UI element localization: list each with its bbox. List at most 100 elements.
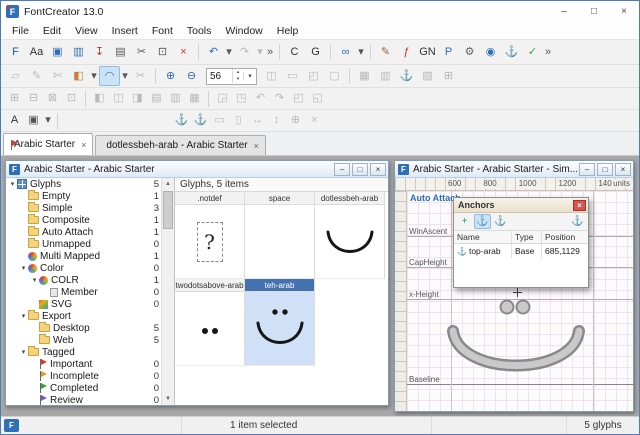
menu-help[interactable]: Help (270, 25, 306, 37)
split-button[interactable]: ✂ (130, 66, 151, 86)
tree-item-empty[interactable]: Empty 1 (6, 190, 161, 202)
redo-button[interactable]: ↷ (234, 42, 255, 62)
measure-width-button[interactable]: ↔ (248, 112, 267, 130)
rotate-left-button[interactable]: ↶ (251, 90, 270, 108)
print-button[interactable]: ▤ (110, 42, 131, 62)
glyph-canvas[interactable]: Auto Attach WinAscent CapHeight x-Height… (407, 191, 633, 411)
align-top-button[interactable]: ▤ (147, 90, 166, 108)
draw-tool-button[interactable]: ✎ (375, 42, 396, 62)
export-font-button[interactable]: ↧ (89, 42, 110, 62)
tree-item-colr[interactable]: ▾ COLR 1 (6, 274, 161, 286)
anchors-panel-titlebar[interactable]: Anchors × (454, 198, 588, 213)
child-maximize-button[interactable]: □ (597, 163, 613, 176)
glyph-cell-teh-arab[interactable]: teh-arab ? (245, 279, 315, 366)
tree-item-svg[interactable]: SVG 0 (6, 298, 161, 310)
cut-button[interactable]: ✂ (131, 42, 152, 62)
tree-item-unmapped[interactable]: Unmapped 0 (6, 238, 161, 250)
anchor-remove-tool-button[interactable]: ⚓ (191, 112, 210, 130)
delete-button[interactable]: × (173, 42, 194, 62)
glyph-cell-dotlessbeh-arab[interactable]: dotlessbeh-arab ? (315, 192, 385, 279)
glyph-tool-button[interactable]: G (305, 42, 326, 62)
menu-font[interactable]: Font (145, 25, 180, 37)
tree-item-desktop[interactable]: Desktop 5 (6, 322, 161, 334)
overview-window-titlebar[interactable]: F Arabic Starter - Arabic Starter – □ × (6, 161, 388, 178)
menu-insert[interactable]: Insert (105, 25, 145, 37)
zoom-level-combo[interactable]: 56 ▴ ▾ ▾ (206, 68, 257, 85)
flip-horizontal-button[interactable]: ◲ (213, 90, 232, 108)
clear-guides-button[interactable]: × (305, 112, 324, 130)
composite-tool-button[interactable]: C (284, 42, 305, 62)
save-font-button[interactable]: ▣ (47, 42, 68, 62)
bring-front-button[interactable]: ◰ (289, 90, 308, 108)
scroll-down-icon[interactable]: ▼ (162, 393, 174, 405)
spin-down-icon[interactable]: ▾ (233, 76, 243, 83)
child-minimize-button[interactable]: – (334, 163, 350, 176)
subtract-button[interactable]: ⊟ (24, 90, 43, 108)
template-button[interactable]: ▣ (24, 112, 43, 130)
glyph-cell-notdef[interactable]: .notdef ? (175, 192, 245, 279)
sample-text-button[interactable]: A (5, 112, 24, 130)
exclude-button[interactable]: ⊡ (62, 90, 81, 108)
tree-item-export[interactable]: ▾ Export (6, 310, 161, 322)
tree-item-member[interactable]: Member 0 (6, 286, 161, 298)
tree-item-web[interactable]: Web 5 (6, 334, 161, 346)
anchor-marker-icon[interactable] (513, 288, 522, 297)
align-middle-button[interactable]: ▥ (166, 90, 185, 108)
tree-item-glyphs[interactable]: ▾ Glyphs 5 (6, 178, 161, 190)
link-dropdown[interactable]: ▾ (356, 42, 366, 62)
menu-file[interactable]: File (5, 25, 36, 37)
guide-vertical-button[interactable]: ▯ (229, 112, 248, 130)
scroll-up-icon[interactable]: ▲ (162, 178, 174, 190)
anchor-view-button[interactable]: ⚓ (474, 214, 491, 229)
undo-button[interactable]: ↶ (203, 42, 224, 62)
close-button[interactable]: × (609, 1, 639, 22)
knife-button[interactable]: ✄ (47, 66, 68, 86)
contour-dropdown[interactable]: ▾ (120, 66, 130, 86)
expander-icon[interactable]: ▾ (8, 180, 17, 188)
link-metrics-button[interactable]: ∞ (335, 42, 356, 62)
transform-button[interactable]: ▱ (5, 66, 26, 86)
child-minimize-button[interactable]: – (579, 163, 595, 176)
redo-dropdown[interactable]: ▾ (255, 42, 265, 62)
column-type[interactable]: Type (512, 231, 542, 243)
show-anchors-button[interactable]: ⚓ (396, 66, 417, 86)
anchor-add-tool-button[interactable]: ⚓ (172, 112, 191, 130)
tab-dotlessbeh-arab[interactable]: dotlessbeh-arab - Arabic Starter × (95, 135, 265, 155)
copy-button[interactable]: ⊡ (152, 42, 173, 62)
spin-up-icon[interactable]: ▴ (233, 69, 243, 76)
zoom-fit-button[interactable]: ◫ (261, 66, 282, 86)
child-maximize-button[interactable]: □ (352, 163, 368, 176)
menu-view[interactable]: View (68, 25, 105, 37)
expander-icon[interactable]: ▾ (30, 276, 39, 284)
contour-mode-button[interactable]: ◠ (99, 66, 120, 86)
zoom-dropdown-icon[interactable]: ▾ (243, 72, 256, 80)
rotate-right-button[interactable]: ↷ (270, 90, 289, 108)
add-anchor-button[interactable]: + (456, 214, 473, 229)
show-grid-button[interactable]: ▦ (354, 66, 375, 86)
glyph-cell-twodotsabove-arab[interactable]: twodotsabove-arab ? (175, 279, 245, 366)
undo-dropdown[interactable]: ▾ (224, 42, 234, 62)
fill-dropdown[interactable]: ▾ (89, 66, 99, 86)
anchors-panel-close-button[interactable]: × (573, 200, 586, 211)
column-position[interactable]: Position (542, 231, 588, 243)
font-properties-button[interactable]: P (438, 42, 459, 62)
template-dropdown[interactable]: ▾ (43, 112, 53, 130)
child-close-button[interactable]: × (615, 163, 631, 176)
preview-button[interactable]: ◉ (480, 42, 501, 62)
show-metrics-button[interactable]: ▥ (375, 66, 396, 86)
anchors-button[interactable]: ⚓ (501, 42, 522, 62)
menu-window[interactable]: Window (218, 25, 269, 37)
tree-item-important[interactable]: Important 0 (6, 358, 161, 370)
measure-height-button[interactable]: ↕ (267, 112, 286, 130)
guide-horizontal-button[interactable]: ▭ (210, 112, 229, 130)
flip-vertical-button[interactable]: ◳ (232, 90, 251, 108)
settings-button[interactable]: ⚙ (459, 42, 480, 62)
tab-close-button[interactable]: × (81, 140, 86, 150)
align-right-button[interactable]: ◨ (128, 90, 147, 108)
align-center-button[interactable]: ◫ (109, 90, 128, 108)
glyph-cell-space[interactable]: space ? (245, 192, 315, 279)
zoom-selection-button[interactable]: ◰ (303, 66, 324, 86)
tree-item-review[interactable]: Review 0 (6, 394, 161, 405)
edit-window-titlebar[interactable]: F Arabic Starter - Arabic Starter - Sim.… (395, 161, 633, 178)
expander-icon[interactable]: ▾ (19, 348, 28, 356)
